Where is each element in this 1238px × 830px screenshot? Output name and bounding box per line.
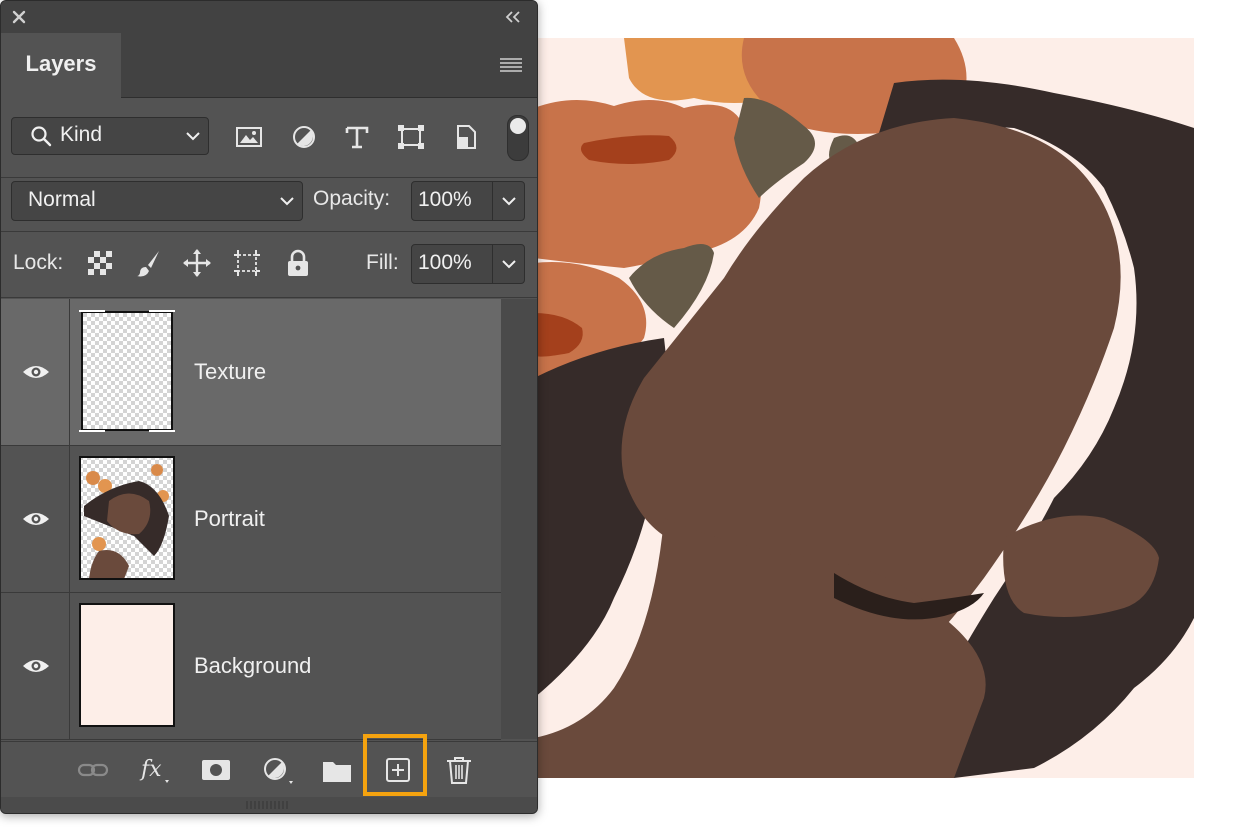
filter-kind-label: Kind (60, 123, 103, 146)
layer-thumbnail-texture (79, 310, 175, 432)
lock-label: Lock: (13, 251, 64, 274)
artwork-canvas (534, 38, 1194, 778)
layers-footer-toolbar: fx (1, 741, 537, 798)
chevron-down-icon[interactable] (502, 197, 516, 206)
shape-filter-icon[interactable] (396, 123, 426, 151)
smart-object-filter-icon[interactable] (451, 123, 481, 151)
delete-layer-icon[interactable] (441, 752, 477, 788)
chevron-down-icon (280, 197, 294, 206)
opacity-field[interactable]: 100% (411, 181, 525, 221)
filter-row: Kind (1, 97, 537, 177)
fill-field[interactable]: 100% (411, 244, 525, 284)
double-chevron-left-icon[interactable] (503, 9, 523, 25)
layer-style-fx-icon[interactable]: fx (137, 752, 173, 788)
layers-panel: Layers Kind Normal Opacity: 100% Lock: F… (0, 0, 538, 814)
lock-position-icon[interactable] (182, 248, 212, 278)
layer-name[interactable]: Portrait (194, 506, 265, 532)
divider (492, 245, 493, 283)
adjustment-filter-icon[interactable] (289, 123, 319, 151)
link-layers-icon[interactable] (75, 752, 111, 788)
lock-artboard-icon[interactable] (232, 248, 262, 278)
filter-toggle-switch[interactable] (507, 115, 529, 161)
visibility-toggle[interactable] (1, 593, 70, 739)
blend-mode-dropdown[interactable]: Normal (11, 181, 303, 221)
scrollbar[interactable] (501, 299, 537, 739)
lock-all-icon[interactable] (283, 248, 313, 278)
blend-mode-value: Normal (28, 188, 96, 211)
opacity-value: 100% (418, 188, 472, 211)
panel-titlebar (1, 1, 537, 33)
eye-icon[interactable] (21, 509, 51, 529)
layer-name[interactable]: Background (194, 653, 311, 679)
chevron-down-icon[interactable] (502, 260, 516, 269)
divider (1, 297, 537, 298)
visibility-toggle[interactable] (1, 299, 70, 445)
panel-resize-grip[interactable] (1, 797, 537, 813)
svg-text:fx: fx (139, 757, 162, 782)
divider (492, 182, 493, 220)
divider (1, 231, 537, 232)
add-mask-icon[interactable] (198, 752, 234, 788)
tab-layers[interactable]: Layers (1, 33, 121, 98)
close-icon[interactable] (11, 9, 27, 25)
layer-name[interactable]: Texture (194, 359, 266, 385)
eye-icon[interactable] (21, 656, 51, 676)
eye-icon[interactable] (21, 362, 51, 382)
chevron-down-icon (186, 132, 200, 141)
filter-kind-dropdown[interactable]: Kind (11, 117, 209, 155)
panel-menu-icon[interactable] (499, 57, 523, 73)
layer-row-portrait[interactable]: Portrait (1, 446, 501, 593)
layer-thumbnail-background (79, 603, 175, 727)
fill-label: Fill: (366, 251, 399, 274)
layers-list: Texture Portrait Background (1, 299, 501, 740)
divider (1, 177, 537, 178)
grip-lines-icon (246, 801, 288, 809)
new-layer-highlight (363, 734, 427, 796)
adjustment-layer-icon[interactable] (259, 752, 295, 788)
type-filter-icon[interactable] (342, 123, 372, 151)
search-icon (31, 126, 52, 147)
layer-row-background[interactable]: Background (1, 593, 501, 740)
visibility-toggle[interactable] (1, 446, 70, 592)
fill-value: 100% (418, 251, 472, 274)
tab-bar: Layers (1, 33, 537, 98)
image-filter-icon[interactable] (234, 123, 264, 151)
portrait-artwork (534, 38, 1194, 778)
layer-row-texture[interactable]: Texture (1, 299, 501, 446)
lock-image-pixels-icon[interactable] (134, 248, 164, 278)
opacity-label: Opacity: (313, 187, 391, 210)
toggle-knob (510, 118, 526, 134)
layer-thumbnail-portrait (79, 456, 175, 580)
new-group-icon[interactable] (319, 752, 355, 788)
lock-transparent-pixels-icon[interactable] (85, 248, 115, 278)
